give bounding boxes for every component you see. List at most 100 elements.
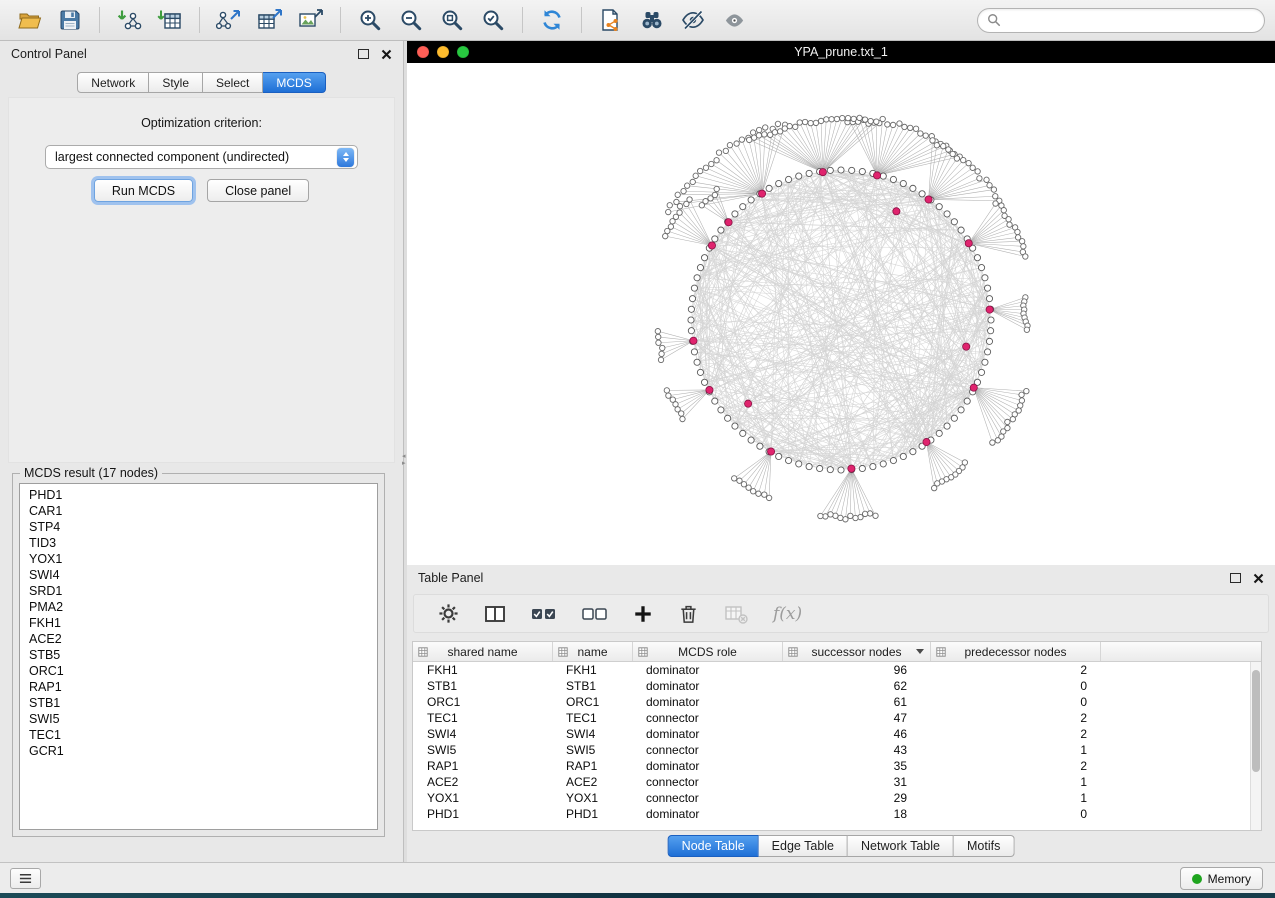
dominator-node[interactable]	[873, 172, 880, 179]
leaf-node[interactable]	[723, 148, 728, 153]
import-network-button[interactable]	[110, 4, 148, 36]
network-node[interactable]	[701, 255, 707, 261]
network-node[interactable]	[944, 423, 950, 429]
leaf-node[interactable]	[670, 397, 675, 402]
network-node[interactable]	[919, 191, 925, 197]
memory-button[interactable]: Memory	[1180, 867, 1263, 890]
network-node[interactable]	[958, 227, 964, 233]
leaf-node[interactable]	[857, 115, 862, 120]
network-node[interactable]	[838, 167, 844, 173]
network-node[interactable]	[951, 415, 957, 421]
mcds-result-item[interactable]: YOX1	[20, 551, 377, 567]
tab-network[interactable]: Network	[77, 72, 149, 93]
deselect-all-columns-button[interactable]	[582, 599, 608, 629]
network-node[interactable]	[984, 349, 990, 355]
leaf-node[interactable]	[868, 118, 873, 123]
leaf-node[interactable]	[1001, 429, 1006, 434]
table-row[interactable]: RAP1RAP1dominator352	[413, 758, 1250, 774]
leaf-node[interactable]	[697, 168, 702, 173]
dominator-node[interactable]	[986, 306, 993, 313]
float-panel-icon[interactable]	[358, 49, 369, 59]
leaf-node[interactable]	[734, 141, 739, 146]
leaf-node[interactable]	[813, 120, 818, 125]
network-node[interactable]	[838, 467, 844, 473]
leaf-node[interactable]	[714, 186, 719, 191]
table-scrollbar[interactable]	[1250, 662, 1261, 830]
leaf-node[interactable]	[1019, 392, 1024, 397]
mcds-result-item[interactable]: STP4	[20, 519, 377, 535]
leaf-node[interactable]	[1015, 229, 1020, 234]
tab-select[interactable]: Select	[203, 72, 263, 93]
network-node[interactable]	[988, 328, 994, 334]
delete-column-button[interactable]	[678, 599, 699, 629]
refresh-view-button[interactable]	[533, 4, 571, 36]
dominator-node[interactable]	[923, 438, 930, 445]
dominator-node[interactable]	[708, 242, 715, 249]
network-node[interactable]	[785, 176, 791, 182]
network-node[interactable]	[732, 423, 738, 429]
leaf-node[interactable]	[902, 124, 907, 129]
leaf-node[interactable]	[890, 122, 895, 127]
leaf-node[interactable]	[950, 151, 955, 156]
add-column-button[interactable]	[633, 599, 653, 629]
network-node[interactable]	[982, 275, 988, 281]
dominator-node[interactable]	[706, 386, 713, 393]
network-node[interactable]	[796, 173, 802, 179]
mcds-result-item[interactable]: SWI4	[20, 567, 377, 583]
leaf-node[interactable]	[828, 512, 833, 517]
leaf-node[interactable]	[666, 393, 671, 398]
search-input[interactable]	[1006, 10, 1264, 30]
network-node[interactable]	[691, 349, 697, 355]
tab-motifs[interactable]: Motifs	[954, 835, 1014, 857]
leaf-node[interactable]	[712, 192, 717, 197]
leaf-node[interactable]	[750, 489, 755, 494]
dominator-node[interactable]	[848, 465, 855, 472]
leaf-node[interactable]	[829, 117, 834, 122]
leaf-node[interactable]	[1007, 222, 1012, 227]
search-box[interactable]	[977, 8, 1265, 33]
table-row[interactable]: TEC1TEC1connector472	[413, 710, 1250, 726]
leaf-node[interactable]	[731, 476, 736, 481]
leaf-node[interactable]	[808, 120, 813, 125]
sort-arrow-icon[interactable]	[916, 649, 924, 654]
network-node[interactable]	[986, 338, 992, 344]
leaf-node[interactable]	[1001, 208, 1006, 213]
select-all-columns-button[interactable]	[531, 599, 557, 629]
leaf-node[interactable]	[848, 513, 853, 518]
show-panels-button[interactable]	[10, 868, 41, 889]
window-minimize-traffic-light[interactable]	[437, 46, 449, 58]
network-node[interactable]	[978, 369, 984, 375]
leaf-node[interactable]	[843, 517, 848, 522]
leaf-node[interactable]	[931, 485, 936, 490]
leaf-node[interactable]	[874, 119, 879, 124]
leaf-node[interactable]	[873, 513, 878, 518]
leaf-node[interactable]	[658, 357, 663, 362]
leaf-node[interactable]	[908, 125, 913, 130]
leaf-node[interactable]	[737, 478, 742, 483]
leaf-node[interactable]	[991, 187, 996, 192]
leaf-node[interactable]	[954, 156, 959, 161]
leaf-node[interactable]	[923, 133, 928, 138]
network-node[interactable]	[859, 465, 865, 471]
network-node[interactable]	[936, 204, 942, 210]
zoom-fit-button[interactable]	[433, 4, 471, 36]
leaf-node[interactable]	[946, 147, 951, 152]
leaf-node[interactable]	[885, 122, 890, 127]
network-node[interactable]	[776, 453, 782, 459]
mcds-result-item[interactable]: SRD1	[20, 583, 377, 599]
tab-network-table[interactable]: Network Table	[848, 835, 954, 857]
leaf-node[interactable]	[775, 121, 780, 126]
network-node[interactable]	[900, 180, 906, 186]
network-node[interactable]	[740, 430, 746, 436]
leaf-node[interactable]	[1006, 217, 1011, 222]
leaf-node[interactable]	[934, 143, 939, 148]
mcds-result-item[interactable]: SWI5	[20, 711, 377, 727]
leaf-node[interactable]	[858, 514, 863, 519]
leaf-node[interactable]	[703, 165, 708, 170]
leaf-node[interactable]	[690, 179, 695, 184]
leaf-node[interactable]	[840, 115, 845, 120]
run-mcds-button[interactable]: Run MCDS	[94, 179, 193, 202]
zoom-selected-button[interactable]	[474, 4, 512, 36]
leaf-node[interactable]	[993, 194, 998, 199]
network-node[interactable]	[688, 328, 694, 334]
